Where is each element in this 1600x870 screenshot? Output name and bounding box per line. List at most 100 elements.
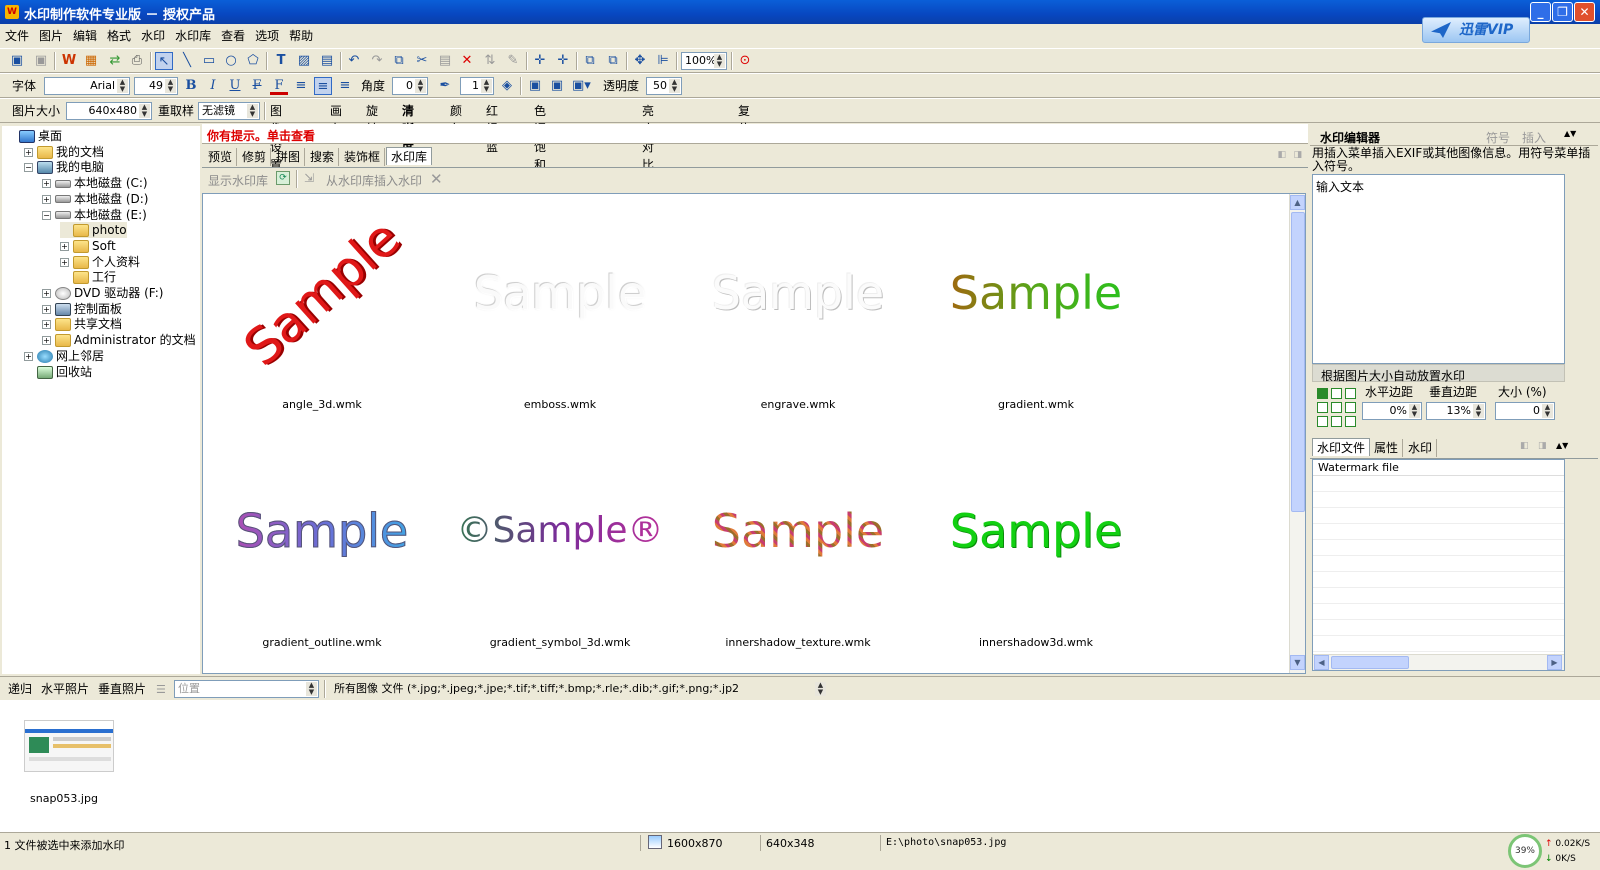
tree-node[interactable]: − 我的电脑 [24, 159, 104, 175]
watermark-thumbnail[interactable]: Sample gradient_outline.wmk [207, 432, 437, 662]
shadow-icon[interactable]: ▣ [526, 77, 544, 95]
stroke-spinner[interactable]: 1 ▲ ▼ [460, 77, 494, 95]
vertical-photos-button[interactable]: 垂直照片 [98, 680, 146, 698]
expand-toggle-icon[interactable]: + [42, 179, 51, 189]
font-color-button[interactable]: F [270, 77, 288, 95]
copy-icon[interactable]: ⧉ [390, 52, 408, 70]
tree-node[interactable]: + Soft [60, 238, 116, 254]
v-margin-spinner[interactable]: 13% ▲ ▼ [1426, 402, 1486, 420]
scroll-right-icon[interactable]: ▶ [1547, 655, 1562, 670]
zoom-select[interactable]: 100% ▲ ▼ [681, 52, 727, 70]
position-middle-left-check[interactable] [1317, 402, 1328, 413]
tree-node[interactable]: + 个人资料 [60, 254, 140, 270]
stop-icon[interactable]: ⊙ [736, 52, 754, 70]
menu-item[interactable]: 水印 [136, 24, 170, 47]
rect-tool-icon[interactable]: ▭ [200, 52, 218, 70]
menu-item[interactable]: 选项 [250, 24, 284, 47]
tree-node[interactable]: + 本地磁盘 (D:) [42, 191, 148, 207]
tab-5[interactable]: 水印库 [386, 147, 433, 165]
h-margin-spinner[interactable]: 0% ▲ ▼ [1362, 402, 1422, 420]
line-tool-icon[interactable]: ╲ [178, 52, 196, 70]
align-center-icon[interactable]: ≡ [314, 77, 332, 95]
position-bottom-left-check[interactable] [1317, 416, 1328, 427]
tree-node[interactable]: + 本地磁盘 (C:) [42, 175, 148, 191]
resample-button[interactable]: 重取样 [158, 102, 194, 120]
tab-scroll-right-icon[interactable]: ◨ [1293, 150, 1302, 160]
print-icon[interactable]: ⎙ [128, 52, 146, 70]
show-library-button[interactable]: 显示水印库 [208, 172, 268, 189]
refresh-icon[interactable]: ⟳ [276, 171, 290, 185]
maximize-button[interactable]: ❐ [1552, 2, 1573, 22]
position-top-right-check[interactable] [1345, 388, 1356, 399]
editor-spin-icon[interactable]: ▲▼ [1564, 129, 1576, 138]
minimize-button[interactable]: _ [1530, 2, 1551, 22]
tree-node[interactable]: + 网上邻居 [24, 348, 104, 364]
save-all-icon[interactable]: ▣ [32, 52, 50, 70]
bring-front-icon[interactable]: ⧉ [581, 52, 599, 70]
watermark-thumbnail[interactable]: Sample innershadow_texture.wmk [683, 432, 913, 662]
tree-node[interactable]: 工行 [60, 269, 116, 285]
vip-button[interactable]: 迅雷VIP [1422, 17, 1530, 43]
scroll-thumb[interactable] [1291, 212, 1305, 512]
location-field[interactable]: 位置 ▲ ▼ [174, 680, 319, 698]
scroll-down-icon[interactable]: ▼ [1290, 655, 1305, 670]
menu-item[interactable]: 帮助 [284, 24, 318, 47]
watermark-thumbnail[interactable]: Sample angle_3d.wmk [207, 194, 437, 424]
position-top-center-check[interactable] [1331, 388, 1342, 399]
opacity-spinner[interactable]: 50 ▲ ▼ [646, 77, 682, 95]
watermark-thumbnail[interactable]: ©Sample® gradient_symbol_3d.wmk [445, 432, 675, 662]
insert-from-library-button[interactable]: 从水印库插入水印 [326, 172, 422, 189]
menu-item[interactable]: 格式 [102, 24, 136, 47]
tree-node[interactable]: 桌面 [6, 128, 62, 144]
cut-icon[interactable]: ✂ [413, 52, 431, 70]
tab-scroll-left-icon[interactable]: ◧ [1277, 150, 1286, 160]
send-back-icon[interactable]: ⧉ [604, 52, 622, 70]
right-tab-2[interactable]: 水印 [1404, 439, 1438, 457]
polygon-tool-icon[interactable]: ⬠ [244, 52, 262, 70]
horizontal-photos-button[interactable]: 水平照片 [41, 680, 89, 698]
delete-icon[interactable]: ✕ [458, 52, 476, 70]
tab-1[interactable]: 修剪 [238, 148, 272, 166]
tree-node[interactable]: + Administrator 的文档 [42, 332, 196, 348]
right-tab-0[interactable]: 水印文件 [1312, 438, 1371, 456]
tree-node[interactable]: + DVD 驱动器 (F:) [42, 285, 164, 301]
batch-icon[interactable]: ⇄ [106, 52, 124, 70]
tree-node[interactable]: + 控制面板 [42, 301, 122, 317]
menu-item[interactable]: 查看 [216, 24, 250, 47]
outline-icon[interactable]: ▣ [548, 77, 566, 95]
save-icon[interactable]: ▣ [8, 52, 26, 70]
expand-toggle-icon[interactable]: + [60, 257, 69, 267]
underline-button[interactable]: U [226, 77, 244, 95]
center-h-icon[interactable]: ✛ [531, 52, 549, 70]
watermark-thumbnail[interactable]: Sample emboss.wmk [445, 194, 675, 424]
image-tool-icon[interactable]: ▨ [295, 52, 313, 70]
angle-spinner[interactable]: 0 ▲ ▼ [392, 77, 428, 95]
right-tab-scroll-left-icon[interactable]: ◧ [1520, 441, 1529, 451]
scroll-up-icon[interactable]: ▲ [1290, 195, 1305, 210]
right-tab-menu-icon[interactable]: ▲▼ [1556, 441, 1568, 450]
italic-button[interactable]: I [204, 77, 222, 95]
fill-bucket-icon[interactable]: ◈ [498, 77, 516, 95]
redo-icon[interactable]: ↷ [368, 52, 386, 70]
frame-style-icon[interactable]: ▣▾ [572, 77, 591, 95]
right-tab-1[interactable]: 属性 [1370, 439, 1404, 457]
font-size-select[interactable]: 49 ▲ ▼ [134, 77, 178, 95]
close-button[interactable]: ✕ [1574, 2, 1595, 22]
tip-link[interactable]: 你有提示。单击查看 [207, 127, 315, 144]
cpu-gauge[interactable]: 39% [1508, 834, 1542, 868]
center-v-icon[interactable]: ✛ [554, 52, 572, 70]
tree-node[interactable]: + 共享文档 [42, 316, 122, 332]
watermark-thumbnail[interactable]: Sample engrave.wmk [683, 194, 913, 424]
font-select[interactable]: Arial ▲ ▼ [44, 77, 130, 95]
flip-icon[interactable]: ⇅ [481, 52, 499, 70]
align-right-icon[interactable]: ≡ [336, 77, 354, 95]
position-top-left-check[interactable] [1317, 388, 1328, 399]
expand-toggle-icon[interactable]: + [24, 147, 33, 157]
tree-node[interactable]: 回收站 [24, 364, 92, 380]
file-list-hscrollbar[interactable]: ◀ ▶ [1313, 654, 1564, 670]
position-bottom-right-check[interactable] [1345, 416, 1356, 427]
tree-node[interactable]: − 本地磁盘 (E:) [42, 207, 147, 223]
select-tool-icon[interactable]: ↖ [155, 52, 173, 70]
position-bottom-center-check[interactable] [1331, 416, 1342, 427]
image-size-select[interactable]: 640x480 ▲ ▼ [66, 102, 152, 120]
